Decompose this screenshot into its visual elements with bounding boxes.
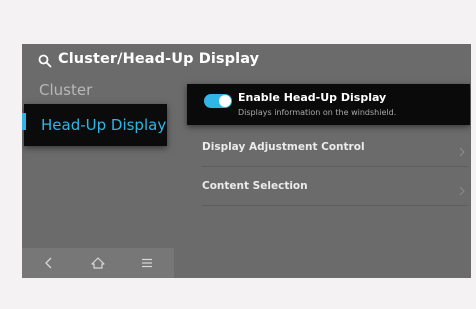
sidebar-item-head-up-display[interactable]: Head-Up Display: [24, 104, 167, 146]
hud-toggle-label: Enable Head-Up Display: [238, 91, 387, 104]
sidebar-item-cluster[interactable]: Cluster: [22, 77, 172, 103]
hud-toggle-card[interactable]: Enable Head-Up Display Displays informat…: [187, 84, 470, 125]
search-icon[interactable]: [38, 53, 52, 68]
sidebar-item-label: Cluster: [39, 81, 93, 99]
display-adjustment-control-row[interactable]: Display Adjustment Control: [202, 128, 468, 167]
row-label: Display Adjustment Control: [202, 141, 365, 153]
content-selection-row[interactable]: Content Selection: [202, 167, 468, 206]
hud-toggle-switch[interactable]: [204, 94, 232, 108]
settings-screen: Cluster/Head-Up Display Cluster Head-Up …: [22, 44, 471, 278]
hud-toggle-description: Displays information on the windshield.: [238, 108, 397, 117]
sidebar-item-label: Head-Up Display: [41, 116, 167, 134]
back-icon[interactable]: [41, 255, 57, 271]
chevron-right-icon: [458, 142, 466, 157]
chevron-right-icon: [458, 181, 466, 196]
content-panel: Enable Head-Up Display Displays informat…: [182, 76, 471, 278]
header: Cluster/Head-Up Display: [22, 44, 471, 76]
active-indicator: [22, 113, 26, 130]
home-icon[interactable]: [90, 255, 106, 271]
menu-icon[interactable]: [139, 255, 155, 271]
page-title: Cluster/Head-Up Display: [58, 51, 260, 67]
bottom-nav: [22, 248, 174, 278]
row-label: Content Selection: [202, 180, 308, 192]
toggle-knob: [219, 95, 231, 107]
